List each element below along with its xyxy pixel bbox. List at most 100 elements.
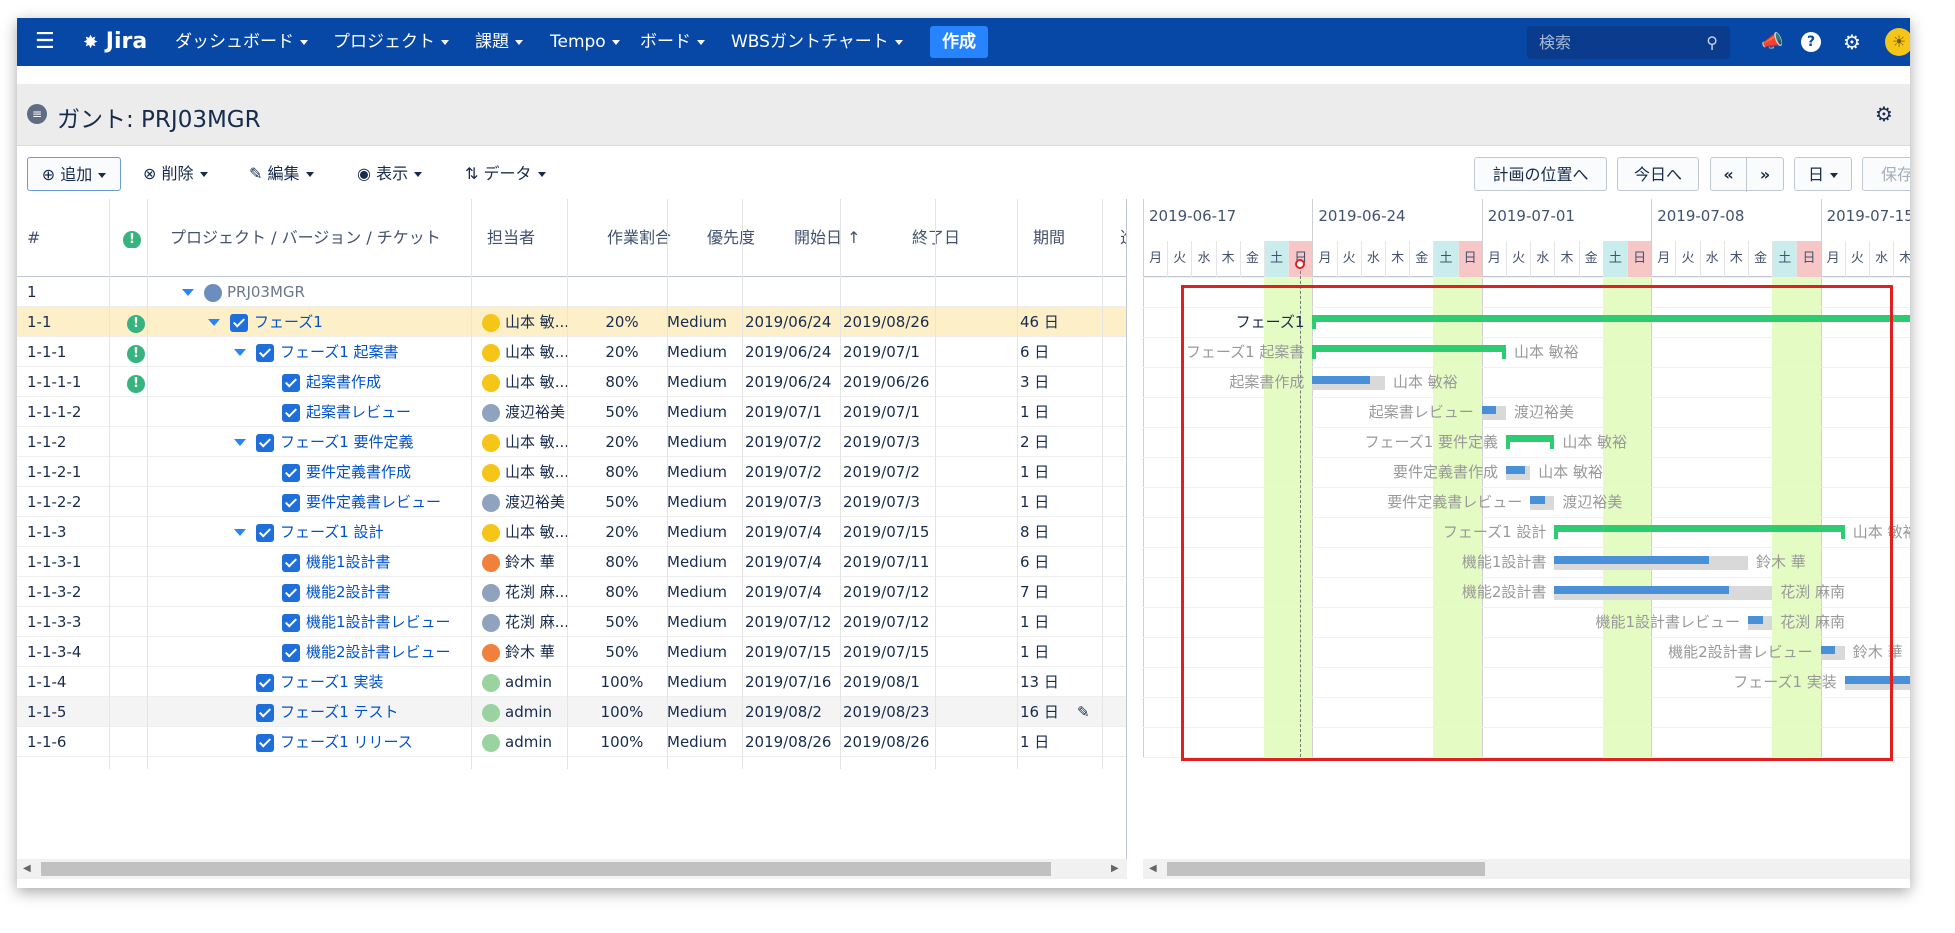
nav-project[interactable]: プロジェクト — [333, 18, 449, 66]
checkbox[interactable] — [282, 613, 300, 632]
nav-board[interactable]: ボード — [640, 18, 705, 66]
search-icon: ⚲ — [1706, 33, 1718, 52]
col-duration[interactable]: 期間 — [1033, 199, 1065, 277]
col-assignee[interactable]: 担当者 — [487, 199, 535, 277]
chevron-down-icon[interactable] — [182, 289, 194, 296]
create-button[interactable]: 作成 — [930, 26, 988, 58]
table-row[interactable]: 1-1-1-2 起案書レビュー 渡辺裕美 50% Medium 2019/07/1 2019… — [17, 397, 1126, 427]
table-row[interactable]: 1-1-2 フェーズ1 要件定義 山本 敏... 20% Medium 2019/07/2… — [17, 427, 1126, 457]
col-warning[interactable]: ! — [123, 228, 141, 248]
checkbox[interactable] — [256, 703, 274, 722]
plan-position-button[interactable]: 計画の位置へ — [1474, 157, 1607, 191]
gear-icon[interactable]: ⚙ — [1843, 18, 1861, 66]
checkbox[interactable] — [282, 403, 300, 422]
today-button[interactable]: 今日へ — [1617, 157, 1699, 191]
scrollbar-thumb[interactable] — [41, 862, 1051, 876]
checkbox[interactable] — [256, 673, 274, 692]
priority-cell: Medium — [667, 343, 727, 361]
table-row[interactable]: 1-1-2-2 要件定義書レビュー 渡辺裕美 50% Medium 2019/07/3 20… — [17, 487, 1126, 517]
megaphone-icon[interactable]: 📣 — [1761, 18, 1783, 66]
row-name[interactable]: PRJ03MGR — [227, 283, 305, 301]
row-name[interactable]: 機能2設計書レビュー — [306, 643, 451, 661]
checkbox[interactable] — [230, 313, 248, 332]
gantt-scrollbar[interactable]: ◀ — [1143, 859, 1910, 879]
table-row[interactable]: 1-1-3-2 機能2設計書 花渕 麻... 80% Medium 2019/07/4 20… — [17, 577, 1126, 607]
data-button[interactable]: ⇅ データ — [465, 157, 546, 191]
checkbox[interactable] — [282, 463, 300, 482]
view-button[interactable]: ◉ 表示 — [357, 157, 423, 191]
edit-button[interactable]: ✎ 編集 — [249, 157, 314, 191]
prev-button[interactable]: « — [1711, 158, 1747, 192]
checkbox[interactable] — [282, 553, 300, 572]
row-name[interactable]: フェーズ1 実装 — [280, 673, 384, 691]
row-name[interactable]: 起案書作成 — [306, 373, 381, 391]
table-row[interactable]: 1-1-3-1 機能1設計書 鈴木 華 80% Medium 2019/07/4 2019/… — [17, 547, 1126, 577]
scrollbar-thumb[interactable] — [1167, 862, 1485, 876]
row-name[interactable]: フェーズ1 起案書 — [280, 343, 399, 361]
row-name[interactable]: 機能2設計書 — [306, 583, 391, 601]
row-name[interactable]: 機能1設計書レビュー — [306, 613, 451, 631]
row-id: 1-1-3-2 — [27, 583, 82, 601]
table-row[interactable]: 1-1-2-1 要件定義書作成 山本 敏... 80% Medium 2019/07/2 2… — [17, 457, 1126, 487]
row-name[interactable]: フェーズ1 リリース — [280, 733, 413, 751]
row-name[interactable]: 機能1設計書 — [306, 553, 391, 571]
row-name[interactable]: フェーズ1 設計 — [280, 523, 384, 541]
nav-issues[interactable]: 課題 — [475, 18, 523, 66]
nav-wbs-gantt[interactable]: WBSガントチャート — [731, 18, 903, 66]
grid-scrollbar[interactable]: ◀ ▶ — [17, 859, 1127, 879]
row-name[interactable]: 起案書レビュー — [306, 403, 411, 421]
chevron-down-icon[interactable] — [234, 529, 246, 536]
row-name[interactable]: 要件定義書レビュー — [306, 493, 441, 511]
nav-dashboard[interactable]: ダッシュボード — [175, 18, 308, 66]
search-input[interactable]: 検索 ⚲ — [1527, 26, 1730, 59]
col-progress[interactable]: 進 — [1120, 199, 1126, 277]
checkbox[interactable] — [256, 433, 274, 452]
row-name[interactable]: フェーズ1 テスト — [280, 703, 399, 721]
delete-button[interactable]: ⊗ 削除 — [143, 157, 208, 191]
col-name[interactable]: プロジェクト / バージョン / チケット — [170, 199, 441, 277]
col-priority[interactable]: 優先度 — [707, 199, 755, 277]
checkbox[interactable] — [282, 493, 300, 512]
gear-icon[interactable]: ⚙ — [1875, 102, 1893, 126]
table-row[interactable]: 1-1-3-3 機能1設計書レビュー 花渕 麻... 50% Medium 2019/07… — [17, 607, 1126, 637]
scale-select[interactable]: 日 — [1794, 157, 1852, 191]
table-row[interactable]: 1-1! フェーズ1 山本 敏... 20% Medium 2019/06/24 2019/… — [17, 307, 1126, 337]
checkbox[interactable] — [256, 523, 274, 542]
nav-prev-next: «» — [1710, 157, 1784, 192]
col-id[interactable]: # — [27, 199, 40, 277]
scroll-left-icon[interactable]: ◀ — [1149, 863, 1157, 874]
row-name[interactable]: 要件定義書作成 — [306, 463, 411, 481]
table-row[interactable]: 1-1-1! フェーズ1 起案書 山本 敏... 20% Medium 2019/06/2… — [17, 337, 1126, 367]
table-row[interactable]: 1-1-1-1! 起案書作成 山本 敏... 80% Medium 2019/06/24 2… — [17, 367, 1126, 397]
add-button[interactable]: ⊕ 追加 — [27, 157, 121, 191]
hamburger-icon[interactable]: ☰ — [35, 18, 55, 66]
col-percent[interactable]: 作業割合 — [607, 199, 671, 277]
checkbox[interactable] — [282, 373, 300, 392]
chevron-down-icon[interactable] — [234, 439, 246, 446]
table-row[interactable]: 1-1-3 フェーズ1 設計 山本 敏... 20% Medium 2019/07/4 20… — [17, 517, 1126, 547]
scroll-left-icon[interactable]: ◀ — [23, 863, 31, 874]
chevron-down-icon[interactable] — [208, 319, 220, 326]
checkbox[interactable] — [256, 733, 274, 752]
checkbox[interactable] — [256, 343, 274, 362]
row-name[interactable]: フェーズ1 要件定義 — [280, 433, 414, 451]
jira-logo[interactable]: ✸ Jira — [83, 18, 147, 66]
nav-tempo[interactable]: Tempo — [550, 18, 620, 66]
checkbox[interactable] — [282, 583, 300, 602]
col-start[interactable]: 開始日 ↑ — [794, 199, 861, 277]
avatar[interactable]: ☀ — [1885, 28, 1910, 56]
table-row[interactable]: 1-1-4 フェーズ1 実装 admin 100% Medium 2019/07/16 20… — [17, 667, 1126, 697]
table-row[interactable]: 1-1-3-4 機能2設計書レビュー 鈴木 華 50% Medium 2019/07/15… — [17, 637, 1126, 667]
row-name[interactable]: フェーズ1 — [254, 313, 323, 331]
checkbox[interactable] — [282, 643, 300, 662]
table-row[interactable]: 1 PRJ03MGR — [17, 277, 1126, 307]
chevron-down-icon[interactable] — [234, 349, 246, 356]
next-button[interactable]: » — [1747, 158, 1783, 192]
save-button[interactable]: 保存 — [1862, 157, 1910, 191]
table-row[interactable]: 1-1-6 フェーズ1 リリース admin 100% Medium 2019/08/26… — [17, 727, 1126, 757]
scroll-right-icon[interactable]: ▶ — [1111, 863, 1119, 874]
help-icon[interactable]: ? — [1801, 32, 1821, 52]
table-row[interactable]: 1-1-5 フェーズ1 テスト admin 100% Medium 2019/08/2 20… — [17, 697, 1126, 727]
col-end[interactable]: 終了日 — [912, 199, 960, 277]
assignee-cell: 山本 敏... — [482, 517, 572, 547]
